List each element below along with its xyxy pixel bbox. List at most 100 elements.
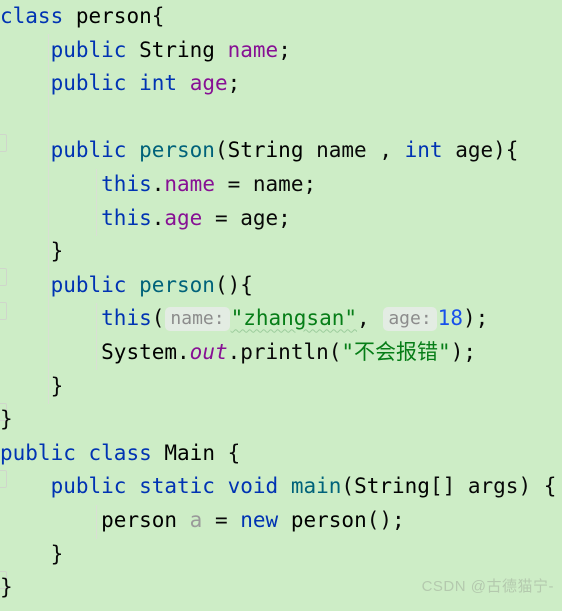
code-token: = name; (214, 171, 317, 196)
code-line[interactable]: public class Main { (0, 437, 562, 471)
code-line[interactable]: System.out.println("不会报错"); (0, 336, 562, 370)
code-token: this (101, 205, 152, 230)
code-token: new (240, 507, 279, 532)
inline-parameter-hint: name: (165, 307, 230, 332)
code-editor[interactable]: class person{ public String name; public… (0, 0, 562, 611)
code-token: age (164, 205, 203, 230)
code-token: } (50, 239, 64, 264)
code-token: public (50, 71, 127, 96)
code-line[interactable]: } (0, 235, 562, 269)
code-token: person (101, 507, 178, 532)
code-token: person (290, 507, 367, 532)
code-token: String (139, 37, 215, 62)
code-token: int (139, 71, 178, 96)
code-token: public (50, 138, 127, 163)
code-line[interactable]: public person(String name , int age){ (0, 134, 562, 168)
code-token: a (189, 507, 203, 532)
code-line[interactable]: } (0, 403, 562, 437)
code-line[interactable]: this.age = age; (0, 202, 562, 236)
code-token: Main (164, 440, 215, 465)
code-token: } (50, 373, 64, 398)
code-token: out (189, 339, 228, 364)
code-line[interactable] (0, 101, 562, 135)
code-token: class (88, 440, 152, 465)
csdn-watermark: CSDN @古德猫宁- (421, 578, 554, 596)
code-token: public (50, 272, 127, 297)
code-token: int (404, 138, 443, 163)
code-token: , (357, 306, 383, 331)
code-token: ; (227, 71, 241, 96)
code-line[interactable]: public person(){ (0, 269, 562, 303)
code-line[interactable]: person a = new person(); (0, 504, 562, 538)
code-token: . (177, 339, 190, 364)
code-token: 18 (437, 306, 463, 331)
code-token: String (354, 474, 430, 499)
code-token: this (101, 171, 152, 196)
code-token: "zhangsan" (230, 306, 358, 331)
code-token: class (0, 4, 64, 28)
inline-parameter-hint: age: (383, 307, 437, 332)
code-token: } (0, 407, 13, 432)
code-token: person (75, 4, 152, 28)
code-token: name , (303, 138, 405, 163)
code-token: person (139, 138, 215, 163)
code-token: String (227, 138, 304, 163)
code-line[interactable]: public static void main(String[] args) { (0, 470, 562, 504)
code-token: ); (462, 306, 489, 331)
code-token: .println( (227, 339, 342, 364)
code-line[interactable]: this.name = name; (0, 168, 562, 202)
code-token: = (202, 507, 241, 532)
code-line[interactable]: public String name; (0, 34, 562, 68)
code-line[interactable]: } (0, 370, 562, 404)
code-token: ; (278, 37, 291, 62)
code-token: } (0, 575, 13, 600)
code-token: ( (341, 474, 355, 499)
code-line[interactable]: public int age; (0, 67, 562, 101)
code-token: ( (214, 138, 228, 163)
code-token: { (151, 4, 165, 28)
code-token: ( (151, 306, 165, 331)
code-token: static (139, 474, 215, 499)
code-token: . (151, 171, 165, 196)
code-token: public (0, 440, 76, 465)
code-token: (); (366, 507, 405, 532)
code-token: ); (450, 339, 476, 364)
code-token: name (164, 171, 215, 196)
code-token: age){ (442, 138, 519, 163)
code-token: (){ (214, 272, 253, 297)
code-token: age (189, 71, 228, 96)
code-line[interactable]: } (0, 538, 562, 572)
code-token: } (50, 541, 64, 566)
code-token: . (151, 205, 165, 230)
code-line[interactable]: this(name: "zhangsan", age: 18); (0, 302, 562, 336)
code-token: System (101, 339, 178, 364)
code-token: this (101, 306, 152, 331)
code-token: = age; (202, 205, 291, 230)
code-content[interactable]: class person{ public String name; public… (0, 0, 562, 605)
code-line[interactable]: class person{ (0, 0, 562, 34)
